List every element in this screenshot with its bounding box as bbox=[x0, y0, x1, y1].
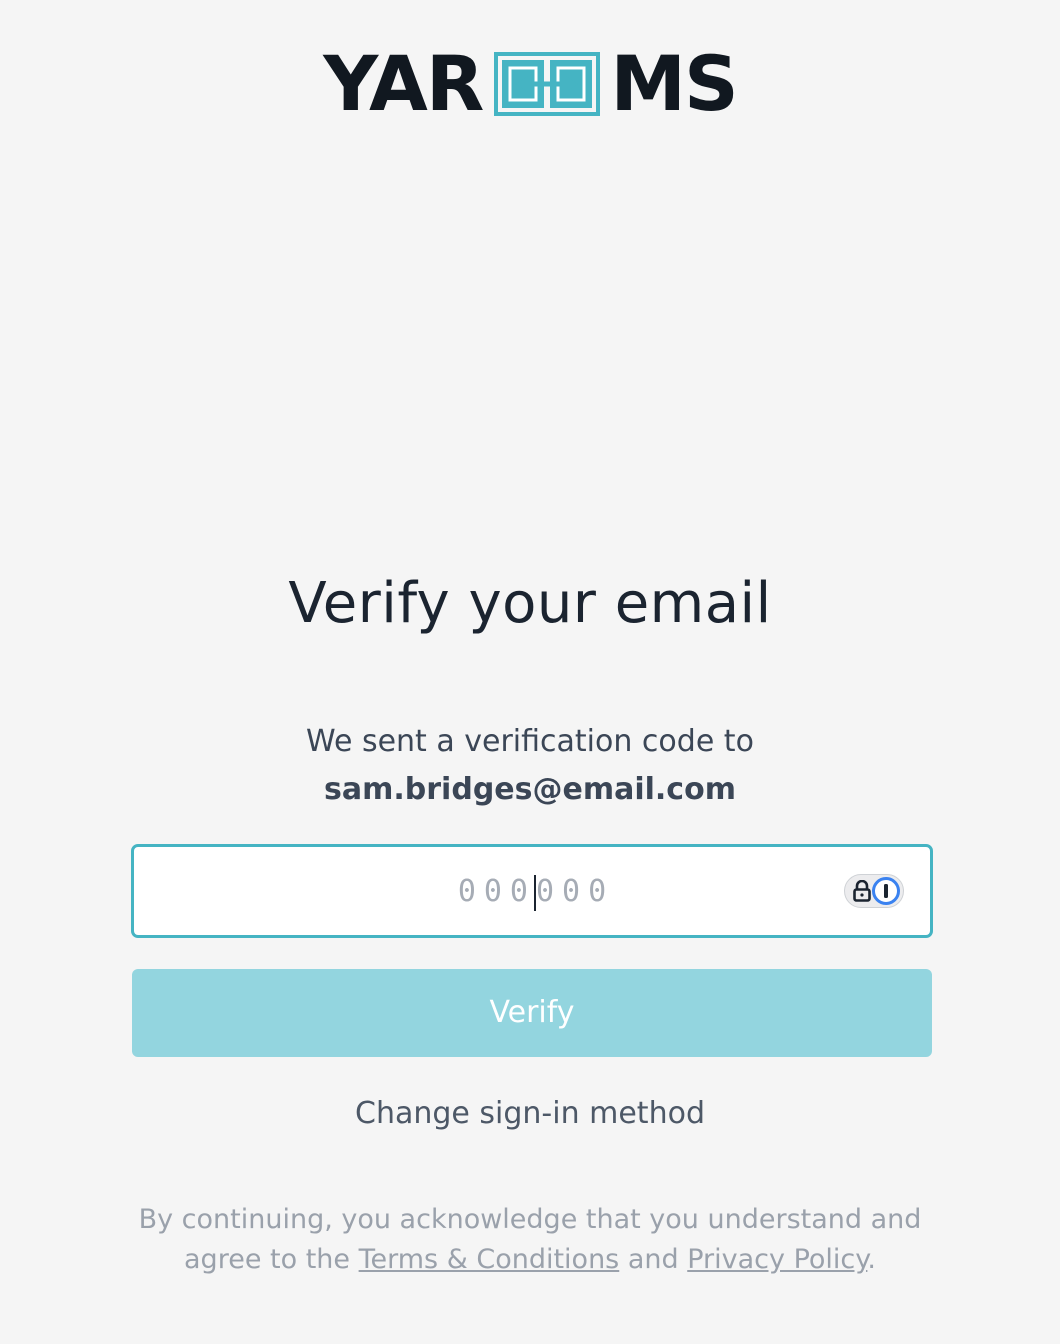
legal-and: and bbox=[627, 1244, 679, 1275]
legal-prefix: agree to the bbox=[184, 1244, 351, 1275]
terms-conditions-link[interactable]: Terms & Conditions bbox=[359, 1244, 620, 1275]
brand-logo: YAR MS bbox=[0, 39, 1060, 128]
email-address: sam.bridges@email.com bbox=[324, 772, 736, 807]
verification-code-field[interactable] bbox=[131, 844, 933, 938]
text-caret bbox=[534, 875, 536, 911]
logo-text-right: MS bbox=[610, 39, 738, 128]
change-sign-in-method-link[interactable]: Change sign-in method bbox=[0, 1092, 1060, 1136]
privacy-policy-link[interactable]: Privacy Policy bbox=[687, 1244, 867, 1275]
legal-notice: By continuing, you acknowledge that you … bbox=[0, 1200, 1060, 1280]
logo-text-left: YAR bbox=[323, 39, 484, 128]
password-manager-icon[interactable] bbox=[844, 874, 904, 908]
legal-line-1: By continuing, you acknowledge that you … bbox=[138, 1204, 922, 1235]
verify-button[interactable]: Verify bbox=[132, 969, 932, 1057]
page-title: Verify your email bbox=[288, 571, 772, 636]
legal-suffix: . bbox=[867, 1244, 876, 1275]
key-badge-icon bbox=[872, 877, 900, 905]
logo-rooms-icon bbox=[494, 52, 601, 116]
verification-code-input[interactable] bbox=[134, 847, 930, 935]
verification-message: We sent a verification code to bbox=[306, 724, 754, 759]
lock-icon bbox=[853, 880, 871, 902]
